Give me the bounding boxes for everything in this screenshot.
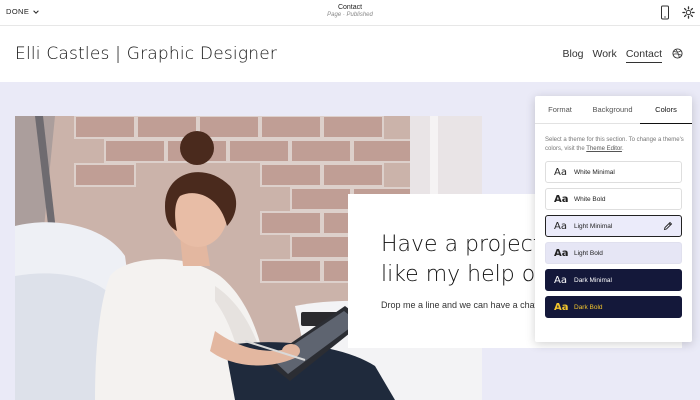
theme-sample: Aa	[554, 220, 567, 232]
theme-editor-link[interactable]: Theme Editor	[586, 146, 622, 152]
theme-sample: Aa	[554, 274, 567, 286]
mobile-icon[interactable]	[660, 5, 670, 20]
theme-name: Light Minimal	[574, 222, 613, 230]
tab-colors[interactable]: Colors	[640, 96, 692, 124]
page-title: Contact	[337, 4, 363, 11]
panel-description: Select a theme for this section. To chan…	[545, 136, 685, 153]
nav-item-contact[interactable]: Contact	[625, 48, 662, 63]
panel-tabs: Format Background Colors	[535, 96, 692, 124]
dribbble-icon[interactable]	[672, 48, 683, 59]
theme-option-light-bold[interactable]: Aa Light Bold	[545, 242, 682, 264]
theme-sample: Aa	[554, 166, 567, 178]
theme-option-dark-minimal[interactable]: Aa Dark Minimal	[545, 269, 682, 291]
theme-option-light-minimal[interactable]: Aa Light Minimal	[545, 215, 682, 237]
page-status: Page · Published	[327, 12, 373, 18]
tab-format[interactable]: Format	[535, 96, 585, 124]
section-style-panel: Format Background Colors Select a theme …	[535, 96, 692, 342]
theme-name: Dark Minimal	[574, 276, 612, 284]
theme-name: White Minimal	[574, 168, 615, 176]
description-end: .	[621, 145, 624, 152]
nav-item-work[interactable]: Work	[593, 48, 617, 63]
site-title[interactable]: Elli Castles | Graphic Designer	[15, 44, 277, 64]
theme-sample: Aa	[554, 193, 569, 205]
site-nav: Blog Work Contact	[562, 48, 662, 63]
pencil-icon[interactable]	[663, 221, 673, 231]
tab-background[interactable]: Background	[585, 96, 640, 124]
theme-option-white-minimal[interactable]: Aa White Minimal	[545, 161, 682, 183]
theme-name: White Bold	[574, 195, 606, 203]
theme-option-dark-bold[interactable]: Aa Dark Bold	[545, 296, 682, 318]
editor-toolbar: DONE Contact Page · Published	[0, 0, 700, 26]
site-header: Elli Castles | Graphic Designer Blog Wor…	[0, 26, 700, 82]
gear-icon[interactable]	[682, 6, 695, 19]
theme-sample: Aa	[554, 247, 569, 259]
theme-name: Dark Bold	[574, 303, 603, 311]
page-info: Contact Page · Published	[0, 4, 700, 18]
theme-name: Light Bold	[574, 249, 603, 257]
nav-item-blog[interactable]: Blog	[562, 48, 583, 63]
theme-option-white-bold[interactable]: Aa White Bold	[545, 188, 682, 210]
theme-sample: Aa	[554, 301, 569, 313]
